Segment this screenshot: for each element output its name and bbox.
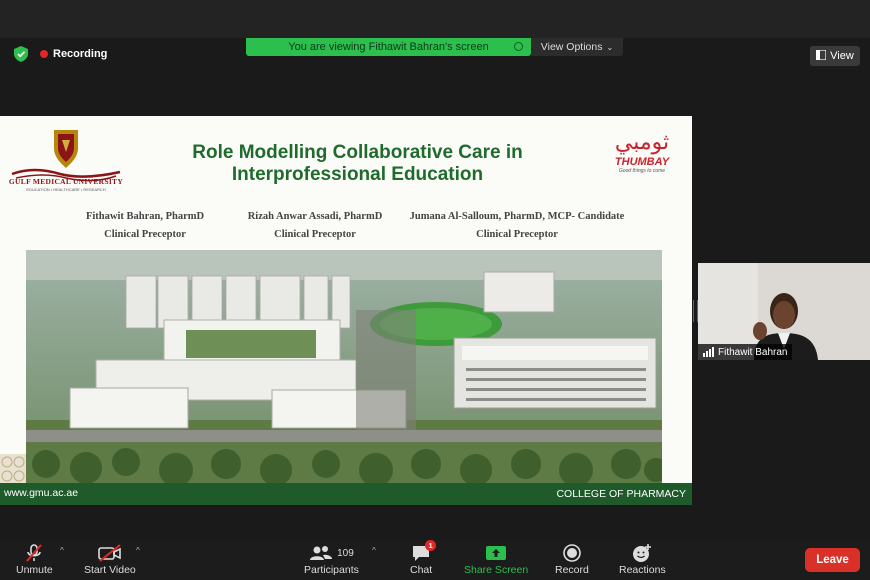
chat-unread-badge: 1 bbox=[425, 540, 437, 551]
view-button[interactable]: View bbox=[810, 46, 860, 66]
participant-video-tile[interactable]: Fithawit Bahran bbox=[698, 263, 870, 360]
meeting-status: Recording bbox=[12, 45, 107, 63]
shield-icon[interactable] bbox=[12, 45, 30, 63]
start-video-button[interactable]: Start Video bbox=[84, 542, 136, 576]
view-options-button[interactable]: View Options ⌄ bbox=[531, 38, 623, 56]
participant-name: Fithawit Bahran bbox=[718, 346, 788, 358]
footer-college: COLLEGE OF PHARMACY bbox=[556, 488, 686, 500]
smiley-plus-icon bbox=[631, 542, 653, 564]
unmute-label: Unmute bbox=[16, 564, 53, 576]
signal-strength-icon bbox=[703, 347, 714, 357]
record-dot-icon bbox=[40, 50, 48, 58]
participant-name-label: Fithawit Bahran bbox=[698, 344, 793, 360]
presenter-3: Jumana Al-Salloum, PharmD, MCP- Candidat… bbox=[402, 208, 632, 244]
video-camera-off-icon bbox=[98, 542, 122, 564]
thumbay-logo: ثومبي THUMBAY Good things to come bbox=[596, 130, 688, 190]
microphone-muted-icon bbox=[24, 542, 44, 564]
video-options-caret-icon[interactable]: ^ bbox=[136, 546, 140, 555]
campus-aerial-image bbox=[26, 250, 662, 484]
recording-indicator[interactable]: Recording bbox=[40, 48, 107, 60]
unmute-button[interactable]: Unmute bbox=[16, 542, 53, 576]
slide-title: Role Modelling Collaborative Care in Int… bbox=[150, 142, 565, 186]
chevron-down-icon: ⌄ bbox=[606, 42, 614, 52]
reactions-label: Reactions bbox=[619, 564, 666, 576]
slide-footer: www.gmu.ac.ae COLLEGE OF PHARMACY bbox=[0, 483, 692, 505]
presenter-name: Jumana Al-Salloum, PharmD, MCP- Candidat… bbox=[409, 211, 625, 222]
chat-button[interactable]: 1 Chat bbox=[410, 540, 437, 576]
chat-icon: 1 bbox=[411, 540, 437, 564]
recording-label: Recording bbox=[53, 48, 108, 60]
chat-label: Chat bbox=[410, 564, 433, 576]
meeting-toolbar: Unmute ^ Start Video ^ 109 Participants … bbox=[0, 540, 870, 580]
decorative-pattern bbox=[0, 454, 26, 484]
share-screen-button[interactable]: Share Screen bbox=[464, 542, 528, 576]
top-bar bbox=[0, 0, 870, 38]
footer-website: www.gmu.ac.ae bbox=[4, 487, 79, 499]
reactions-button[interactable]: Reactions bbox=[619, 542, 666, 576]
view-options-label: View Options bbox=[540, 41, 603, 53]
audio-options-caret-icon[interactable]: ^ bbox=[60, 546, 64, 555]
thumbay-logo-tagline: Good things to come bbox=[618, 168, 666, 174]
shared-screen-slide: GULF MEDICAL UNIVERSITY EDUCATION • HEAL… bbox=[0, 116, 692, 505]
presenter-name: Rizah Anwar Assadi, PharmD bbox=[247, 211, 383, 222]
share-screen-label: Share Screen bbox=[464, 564, 529, 576]
slide-title-line1: Role Modelling Collaborative Care in bbox=[192, 142, 523, 163]
thumbay-logo-name: THUMBAY bbox=[614, 156, 670, 168]
record-icon bbox=[562, 542, 582, 564]
view-button-label: View bbox=[830, 50, 854, 62]
thumbay-logo-mark: ثومبي bbox=[614, 130, 670, 155]
participants-options-caret-icon[interactable]: ^ bbox=[372, 546, 376, 555]
leave-button[interactable]: Leave bbox=[805, 548, 860, 572]
start-video-label: Start Video bbox=[84, 564, 136, 576]
presenter-2: Rizah Anwar Assadi, PharmD Clinical Prec… bbox=[210, 208, 420, 244]
slide-title-line2: Interprofessional Education bbox=[231, 164, 484, 185]
presenter-role: Clinical Preceptor bbox=[274, 229, 356, 240]
record-label: Record bbox=[555, 564, 589, 576]
gmu-logo-name: GULF MEDICAL UNIVERSITY bbox=[8, 177, 124, 186]
layout-icon bbox=[815, 48, 827, 63]
screen-share-banner: You are viewing Fithawit Bahran's screen bbox=[246, 38, 531, 56]
record-button[interactable]: Record bbox=[555, 542, 589, 576]
status-dot-icon bbox=[514, 42, 523, 51]
participants-button[interactable]: 109 Participants bbox=[304, 542, 359, 576]
presenter-role: Clinical Preceptor bbox=[476, 229, 558, 240]
share-screen-icon bbox=[485, 542, 507, 564]
gmu-logo-subtitle: EDUCATION • HEALTHCARE • RESEARCH bbox=[26, 187, 106, 192]
screen-share-banner-text: You are viewing Fithawit Bahran's screen bbox=[288, 41, 489, 53]
participants-count: 109 bbox=[337, 547, 354, 559]
participants-icon: 109 bbox=[309, 542, 354, 564]
participants-label: Participants bbox=[304, 564, 359, 576]
